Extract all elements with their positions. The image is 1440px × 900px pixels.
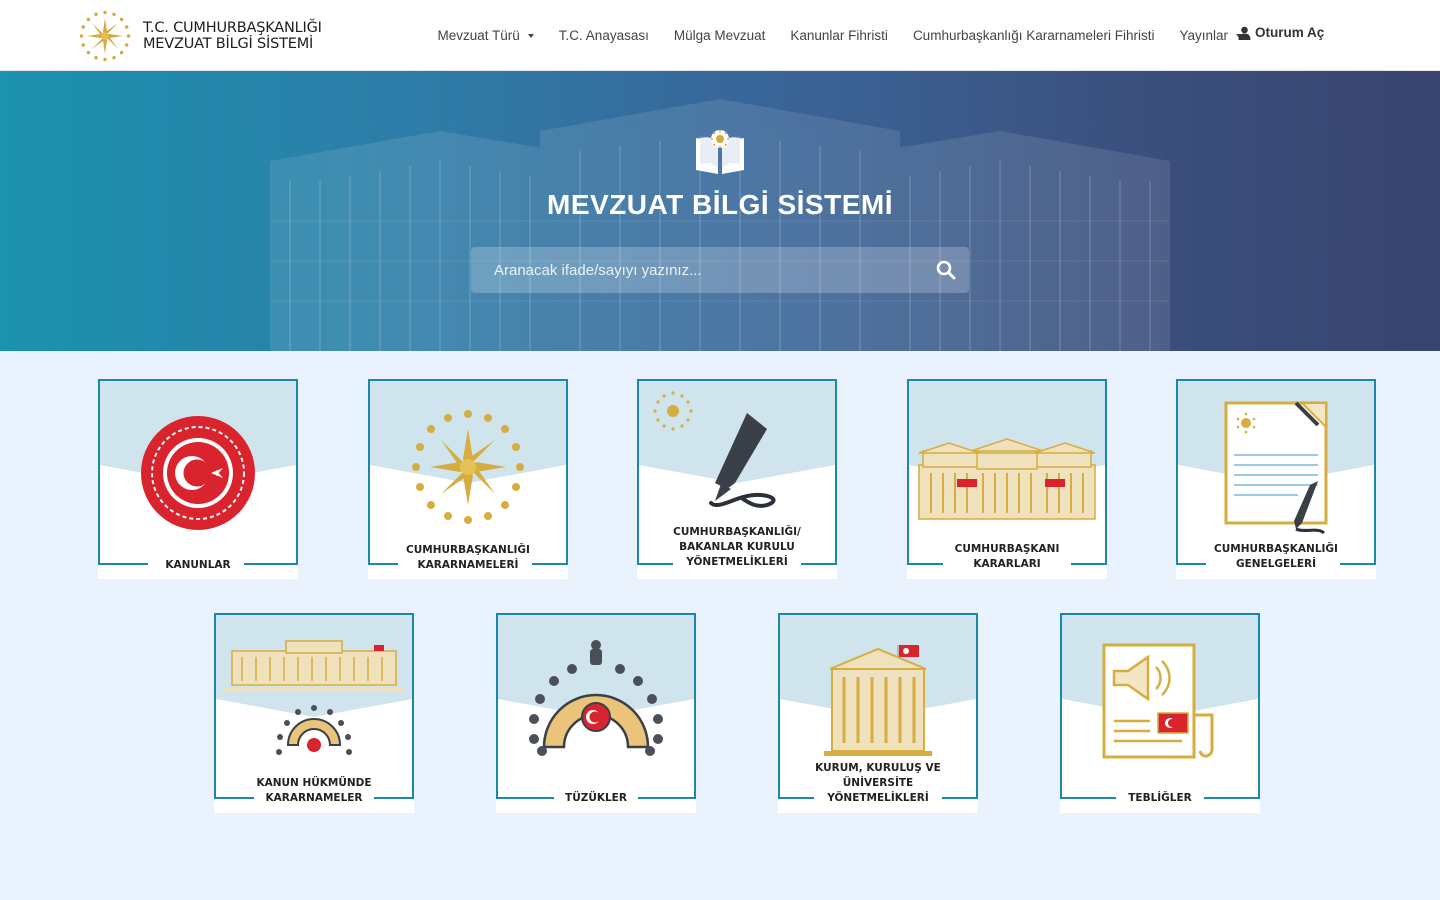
category-card-tuzukler[interactable]: TÜZÜKLER: [496, 613, 696, 813]
card-frame: [907, 379, 1107, 565]
card-label-line: GENELGELERİ: [1235, 558, 1317, 570]
chevron-down-icon: [527, 33, 534, 38]
nav-mevzuat-turu[interactable]: Mevzuat Türü: [425, 28, 546, 43]
card-label-line: YÖNETMELİKLERİ: [686, 556, 788, 568]
category-card-tebligler[interactable]: TEBLİĞLER: [1060, 613, 1260, 813]
card-label: CUMHURBAŞKANLIĞI KARARNAMELERİ: [368, 543, 568, 573]
nav-mevzuat-turu-label: Mevzuat Türü: [437, 28, 520, 43]
login-label: Oturum Aç: [1255, 25, 1325, 40]
brand-text: T.C. CUMHURBAŞKANLIĞI MEVZUAT BİLGİ SİST…: [143, 20, 322, 52]
card-label-line: KANUNLAR: [165, 559, 231, 571]
open-book-logo-icon: [696, 130, 744, 174]
card-label: TEBLİĞLER: [1060, 791, 1260, 806]
brand-logo-link[interactable]: T.C. CUMHURBAŞKANLIĞI MEVZUAT BİLGİ SİST…: [78, 9, 322, 63]
brand-line-2: MEVZUAT BİLGİ SİSTEMİ: [143, 36, 314, 52]
card-frame: [1060, 613, 1260, 799]
card-label: KURUM, KURULUŞ VE ÜNİVERSİTE YÖNETMELİKL…: [778, 761, 978, 806]
card-frame: [496, 613, 696, 799]
category-card-cb-bakanlar-kurulu-yonetmelikleri[interactable]: CUMHURBAŞKANLIĞI/ BAKANLAR KURULU YÖNETM…: [637, 379, 837, 579]
category-card-cb-kararlari[interactable]: CUMHURBAŞKANI KARARLARI: [907, 379, 1107, 579]
category-card-cb-genelgeleri[interactable]: CUMHURBAŞKANLIĞI GENELGELERİ: [1176, 379, 1376, 579]
card-frame: [214, 613, 414, 799]
category-card-kanun-hukmunde-kararnameler[interactable]: KANUN HÜKMÜNDE KARARNAMELER: [214, 613, 414, 813]
nav-kanunlar-fihristi[interactable]: Kanunlar Fihristi: [778, 28, 901, 43]
card-label: CUMHURBAŞKANLIĞI GENELGELERİ: [1176, 542, 1376, 572]
card-label-line: KANUN HÜKMÜNDE: [256, 777, 372, 789]
card-label-line: KURUM, KURULUŞ VE: [815, 762, 941, 774]
nav-anayasa-label: T.C. Anayasası: [558, 28, 649, 43]
category-card-kanunlar[interactable]: KANUNLAR: [98, 379, 298, 579]
hero-banner: MEVZUAT BİLGİ SİSTEMİ: [0, 71, 1440, 351]
main-nav: Mevzuat Türü T.C. Anayasası Mülga Mevzua…: [425, 0, 1255, 71]
nav-kararnameler-fihristi-label: Cumhurbaşkanlığı Kararnameleri Fihristi: [912, 28, 1155, 43]
card-label-line: KARARNAMELER: [265, 792, 363, 804]
card-label-line: TEBLİĞLER: [1128, 792, 1192, 804]
search-box: [471, 247, 969, 293]
nav-kararnameler-fihristi[interactable]: Cumhurbaşkanlığı Kararnameleri Fihristi: [900, 28, 1167, 43]
card-label-line: KARARNAMELERİ: [417, 559, 519, 571]
hero-title: MEVZUAT BİLGİ SİSTEMİ: [547, 189, 893, 220]
nav-mulga-mevzuat-label: Mülga Mevzuat: [673, 28, 766, 43]
login-button[interactable]: Oturum Aç: [1238, 25, 1324, 40]
card-label-line: CUMHURBAŞKANLIĞI/: [673, 526, 801, 538]
card-label-line: KARARLARI: [973, 558, 1041, 570]
category-card-kurum-kurulus-universite-yonetmelikleri[interactable]: KURUM, KURULUŞ VE ÜNİVERSİTE YÖNETMELİKL…: [778, 613, 978, 813]
card-label: KANUNLAR: [98, 558, 298, 573]
card-label-line: YÖNETMELİKLERİ: [827, 792, 929, 804]
nav-mulga-mevzuat[interactable]: Mülga Mevzuat: [661, 28, 778, 43]
card-label: TÜZÜKLER: [496, 791, 696, 806]
category-card-cb-kararnameleri[interactable]: CUMHURBAŞKANLIĞI KARARNAMELERİ: [368, 379, 568, 579]
search-input[interactable]: [471, 247, 911, 293]
brand-line-1: T.C. CUMHURBAŞKANLIĞI: [143, 20, 322, 36]
card-label-line: CUMHURBAŞKANLIĞI: [1214, 543, 1338, 555]
card-label: CUMHURBAŞKANI KARARLARI: [907, 542, 1107, 572]
nav-kanunlar-fihristi-label: Kanunlar Fihristi: [790, 28, 888, 43]
user-icon: [1238, 26, 1251, 40]
nav-yayinlar-label: Yayınlar: [1179, 28, 1229, 43]
search-icon[interactable]: [935, 259, 957, 281]
top-navbar: T.C. CUMHURBAŞKANLIĞI MEVZUAT BİLGİ SİST…: [0, 0, 1440, 71]
card-label: KANUN HÜKMÜNDE KARARNAMELER: [214, 776, 414, 806]
card-label-line: BAKANLAR KURULU: [679, 541, 795, 553]
card-label-line: TÜZÜKLER: [565, 792, 627, 804]
card-label-line: CUMHURBAŞKANLIĞI: [406, 544, 530, 556]
card-frame: [1176, 379, 1376, 565]
card-label: CUMHURBAŞKANLIĞI/ BAKANLAR KURULU YÖNETM…: [637, 525, 837, 570]
card-frame: [98, 379, 298, 565]
card-frame: [368, 379, 568, 565]
nav-anayasa[interactable]: T.C. Anayasası: [546, 28, 661, 43]
card-label-line: ÜNİVERSİTE: [842, 777, 914, 789]
card-label-line: CUMHURBAŞKANI: [954, 543, 1060, 555]
presidential-seal-icon: [79, 10, 131, 62]
